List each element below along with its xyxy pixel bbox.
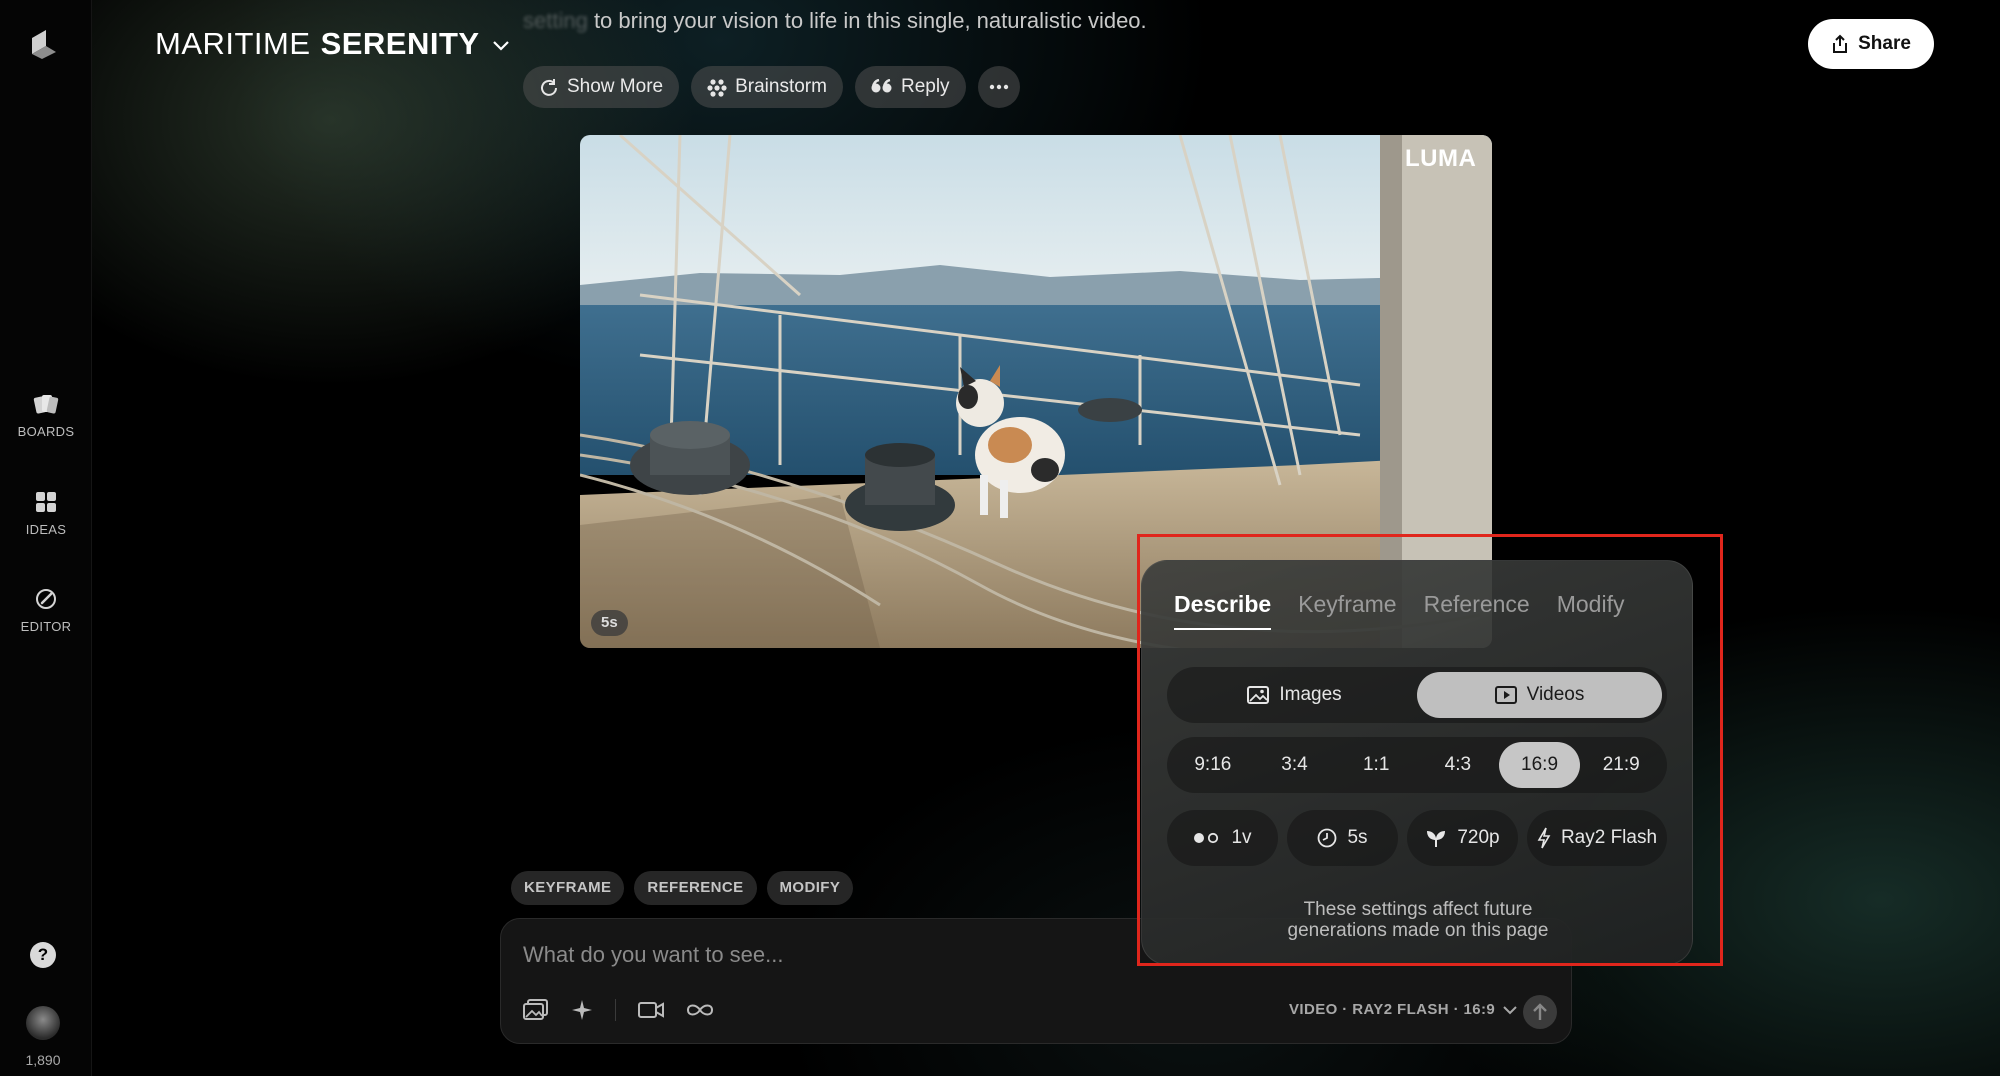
sidebar-item-label: EDITOR (20, 619, 72, 634)
boards-icon (33, 395, 59, 414)
board-title-part1: MARITIME (155, 26, 311, 61)
sidebar-item-editor[interactable]: EDITOR (0, 587, 92, 634)
board-title-dropdown[interactable]: MARITIME SERENITY (155, 26, 510, 62)
sidebar-item-label: IDEAS (25, 522, 67, 537)
ideas-icon (36, 492, 56, 512)
luma-logo-icon[interactable] (28, 28, 58, 60)
sidebar: BOARDS IDEAS EDITOR ? 1,890 (0, 0, 92, 1076)
prompt-input[interactable] (523, 939, 1123, 971)
chevron-down-icon (492, 41, 509, 51)
sidebar-item-label: BOARDS (17, 424, 75, 439)
sidebar-item-boards[interactable]: BOARDS (0, 392, 92, 439)
chevron-down-icon (1503, 1005, 1517, 1014)
board-title-part2: SERENITY (320, 26, 480, 61)
brainstorm-button[interactable]: Brainstorm (691, 66, 843, 108)
video-duration-badge: 5s (591, 610, 628, 636)
show-more-button[interactable]: Show More (523, 66, 680, 108)
highlight-annotation-box (1137, 534, 1723, 966)
more-icon (989, 84, 1008, 90)
image-upload-icon[interactable] (523, 999, 549, 1021)
generation-settings-dropdown[interactable]: VIDEO · RAY2 FLASH · 16:9 (1289, 1001, 1517, 1018)
show-more-label: Show More (567, 76, 664, 97)
arrow-up-icon (1533, 1003, 1547, 1020)
prompt-text: setting to bring your vision to life in … (523, 8, 1147, 34)
luma-watermark: LUMA (1405, 145, 1477, 172)
sidebar-item-ideas[interactable]: IDEAS (0, 490, 92, 537)
brainstorm-icon (707, 79, 727, 97)
reference-chip[interactable]: REFERENCE (634, 871, 757, 905)
share-icon (1833, 34, 1848, 53)
settings-summary-label: VIDEO · RAY2 FLASH · 16:9 (1289, 1001, 1496, 1018)
mode-chips: KEYFRAME REFERENCE MODIFY (511, 871, 854, 905)
composer-toolbar (523, 999, 714, 1021)
help-icon[interactable]: ? (30, 942, 56, 968)
reply-label: Reply (900, 76, 950, 97)
brainstorm-label: Brainstorm (735, 76, 827, 97)
more-options-button[interactable] (977, 66, 1020, 108)
refresh-icon (541, 79, 557, 96)
quote-icon (871, 79, 892, 93)
reply-button[interactable]: Reply (854, 66, 966, 108)
keyframe-chip[interactable]: KEYFRAME (511, 871, 625, 905)
submit-button[interactable] (1523, 995, 1557, 1029)
share-button[interactable]: Share (1808, 19, 1934, 69)
credits-count: 1,890 (25, 1052, 61, 1068)
loop-icon[interactable] (686, 1002, 714, 1018)
avatar[interactable] (26, 1006, 60, 1040)
video-camera-icon[interactable] (638, 1001, 664, 1019)
toolbar-divider (615, 999, 616, 1021)
prompt-text-visible: to bring your vision to life in this sin… (587, 8, 1147, 33)
prompt-text-faded: setting (523, 8, 588, 33)
action-pills: Show More Brainstorm Reply (523, 66, 1020, 108)
editor-icon (36, 589, 56, 609)
share-label: Share (1858, 33, 1911, 54)
sparkle-icon[interactable] (571, 999, 593, 1021)
modify-chip[interactable]: MODIFY (766, 871, 854, 905)
